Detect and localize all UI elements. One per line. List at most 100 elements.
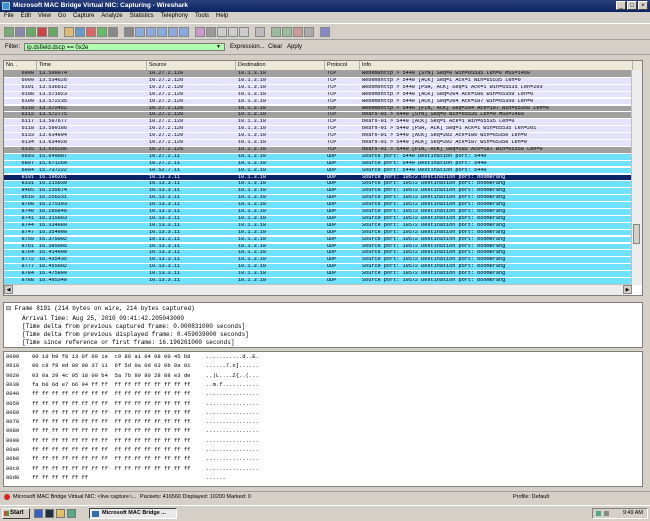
menu-tools[interactable]: Tools [191, 12, 212, 19]
hex-line[interactable]: 0090 ff ff ff ff ff ff ff ff ff ff ff ff … [6, 437, 259, 444]
detail-line[interactable]: Arrival Time: Aug 25, 2010 09:41:42.2050… [22, 315, 184, 322]
column-no[interactable]: No. . [4, 61, 37, 70]
normal-size-icon[interactable] [239, 27, 249, 37]
menu-view[interactable]: View [34, 12, 54, 19]
zoom-in-icon[interactable] [217, 27, 227, 37]
filter-input[interactable]: ip.dsfield.dscp == 0x2e [24, 43, 225, 51]
packet-row[interactable]: 8485 16.235674 10.13.3.11 10.1.3.10 UDP Sourc… [4, 188, 632, 195]
hex-line[interactable]: 0010 00 c8 f8 ed 00 00 37 11 6f 5d 0a 0d … [6, 362, 259, 369]
packet-row[interactable]: 8784 16.475009 10.13.3.11 10.1.3.10 UDP Sourc… [4, 271, 632, 277]
autoscroll-icon[interactable] [206, 27, 216, 37]
clock[interactable]: 9:49 AM [623, 509, 643, 518]
collapse-icon[interactable]: ⊟ [6, 305, 11, 312]
detail-line[interactable]: [Time delta from previous displayed fram… [22, 331, 249, 338]
packet-row[interactable]: 6109 13.572235 10.27.2.120 10.1.3.10 TCP webe… [4, 98, 632, 105]
stop-capture-icon[interactable] [37, 27, 47, 37]
close-file-icon[interactable] [86, 27, 96, 37]
menu-go[interactable]: Go [54, 12, 69, 19]
packet-row[interactable]: 6134 13.634920 10.27.2.120 10.1.3.10 TCP bear… [4, 140, 632, 146]
forward-icon[interactable] [146, 27, 156, 37]
scroll-right-icon[interactable]: ▶ [623, 285, 632, 294]
column-info[interactable]: Info [360, 61, 633, 70]
capture-options-icon[interactable] [15, 27, 25, 37]
packet-row[interactable]: 6110 13.572452 10.27.2.120 10.1.3.10 TCP webe… [4, 105, 632, 112]
column-time[interactable]: Time [37, 61, 147, 70]
find-icon[interactable] [124, 27, 134, 37]
volume-icon[interactable] [604, 511, 609, 516]
apply-button[interactable]: Apply [287, 44, 302, 50]
back-icon[interactable] [135, 27, 145, 37]
preferences-icon[interactable] [304, 27, 314, 37]
packet-row[interactable]: 6904 15.737222 10.52.7.11 10.1.3.10 UDP Sourc… [4, 167, 632, 174]
packet-row[interactable]: 8772 16.435435 10.13.3.11 10.1.3.10 UDP Sourc… [4, 257, 632, 264]
status-profile[interactable]: Profile: Default [513, 494, 549, 500]
clear-button[interactable]: Clear [268, 44, 282, 50]
packet-row[interactable]: 8191 16.196261 10.13.3.11 10.1.3.10 UDP Sourc… [4, 174, 632, 181]
packet-row[interactable]: 8761 16.395005 10.13.3.11 10.1.3.10 UDP Sourc… [4, 243, 632, 250]
column-source[interactable]: Source [147, 61, 236, 70]
packet-list-hscroll[interactable]: ◀ ▶ [4, 284, 632, 295]
hex-line[interactable]: 0060 ff ff ff ff ff ff ff ff ff ff ff ff … [6, 409, 259, 416]
hex-line[interactable]: 00c0 ff ff ff ff ff ff ff ff ff ff ff ff … [6, 465, 259, 472]
packet-row[interactable]: 6118 13.599186 10.27.2.120 10.1.3.10 TCP bear… [4, 126, 632, 132]
start-capture-icon[interactable] [26, 27, 36, 37]
menu-telephony[interactable]: Telephony [157, 12, 191, 19]
powershell-icon[interactable] [45, 509, 54, 518]
packet-row[interactable]: 6133 13.634894 10.27.2.120 10.1.3.10 TCP bear… [4, 133, 632, 139]
interface-list-icon[interactable] [4, 27, 14, 37]
packet-row[interactable]: 6893 15.649007 10.27.2.11 10.1.3.10 UDP Sourc… [4, 153, 632, 160]
hex-line[interactable]: 0000 00 19 b9 f8 13 0f 00 1e c9 86 a1 64 … [6, 353, 259, 360]
menu-analyze[interactable]: Analyze [97, 12, 125, 19]
packet-row[interactable]: 6101 13.536612 10.27.2.120 10.1.3.10 TCP webe… [4, 84, 632, 91]
column-protocol[interactable]: Protocol [325, 61, 360, 70]
expression-button[interactable]: Expression... [230, 44, 265, 50]
first-packet-icon[interactable] [168, 27, 178, 37]
packet-row[interactable]: 8740 16.295840 10.13.3.11 10.1.3.10 UDP Sourc… [4, 209, 632, 215]
packet-list-vscroll[interactable] [631, 70, 642, 285]
display-filters-icon[interactable] [282, 27, 292, 37]
explorer-icon[interactable] [56, 509, 65, 518]
hex-line[interactable]: 0070 ff ff ff ff ff ff ff ff ff ff ff ff … [6, 418, 259, 425]
packet-row[interactable]: 8764 16.414999 10.13.3.11 10.1.3.10 UDP Sourc… [4, 250, 632, 257]
packet-row[interactable]: 8788 16.495348 10.13.3.11 10.1.3.10 UDP Sourc… [4, 278, 632, 284]
hex-line[interactable]: 0030 fa b0 6d e7 66 04 ff ff ff ff ff ff … [6, 381, 259, 388]
network-icon[interactable] [596, 511, 601, 516]
packet-row[interactable]: 8750 16.375002 10.13.3.11 10.1.3.10 UDP Sourc… [4, 236, 632, 243]
packet-row[interactable]: 8331 16.215939 10.13.3.11 10.1.3.10 UDP Sourc… [4, 181, 632, 188]
packet-row[interactable]: 8700 16.275193 10.13.3.11 10.1.3.10 UDP Sourc… [4, 202, 632, 208]
task-wireshark[interactable]: Microsoft MAC Bridge ... [89, 508, 177, 519]
chevron-down-icon[interactable]: ▼ [216, 44, 221, 50]
coloring-rules-icon[interactable] [293, 27, 303, 37]
hex-line[interactable]: 0020 03 0a 29 4c 05 18 00 b4 5a 7b 80 80 … [6, 372, 259, 379]
goto-icon[interactable] [157, 27, 167, 37]
maximize-button[interactable]: □ [627, 1, 637, 10]
print-icon[interactable] [108, 27, 118, 37]
reload-icon[interactable] [97, 27, 107, 37]
packet-row[interactable]: 6108 13.571923 10.27.2.120 10.1.3.10 TCP webe… [4, 91, 632, 98]
scroll-thumb[interactable] [633, 224, 640, 244]
capture-filters-icon[interactable] [271, 27, 281, 37]
server-manager-icon[interactable] [34, 509, 43, 518]
packet-row[interactable]: 6135 13.635206 10.27.2.120 10.1.3.10 TCP bear… [4, 146, 632, 153]
menu-file[interactable]: File [0, 12, 17, 19]
menu-help[interactable]: Help [212, 12, 231, 19]
start-button[interactable]: Start [2, 508, 30, 519]
hex-line[interactable]: 00d0 ff ff ff ff ff ff...... [6, 474, 226, 481]
minimize-button[interactable]: _ [616, 1, 626, 10]
hex-line[interactable]: 00a0 ff ff ff ff ff ff ff ff ff ff ff ff … [6, 446, 259, 453]
menu-edit[interactable]: Edit [17, 12, 34, 19]
help-icon[interactable] [320, 27, 330, 37]
zoom-out-icon[interactable] [228, 27, 238, 37]
hex-line[interactable]: 00b0 ff ff ff ff ff ff ff ff ff ff ff ff … [6, 455, 259, 462]
colorize-icon[interactable] [195, 27, 205, 37]
frame-summary[interactable]: ⊟ Frame 8191 (214 bytes on wire, 214 byt… [6, 305, 195, 312]
resize-columns-icon[interactable] [255, 27, 265, 37]
last-packet-icon[interactable] [179, 27, 189, 37]
packet-row[interactable]: 8744 16.334989 10.13.3.11 10.1.3.10 UDP Sourc… [4, 222, 632, 229]
save-icon[interactable] [75, 27, 85, 37]
quicklaunch-icon[interactable] [67, 509, 76, 518]
detail-line[interactable]: [Time since reference or first frame: 16… [22, 339, 234, 346]
menu-statistics[interactable]: Statistics [126, 12, 157, 19]
open-icon[interactable] [64, 27, 74, 37]
scroll-left-icon[interactable]: ◀ [4, 285, 13, 294]
